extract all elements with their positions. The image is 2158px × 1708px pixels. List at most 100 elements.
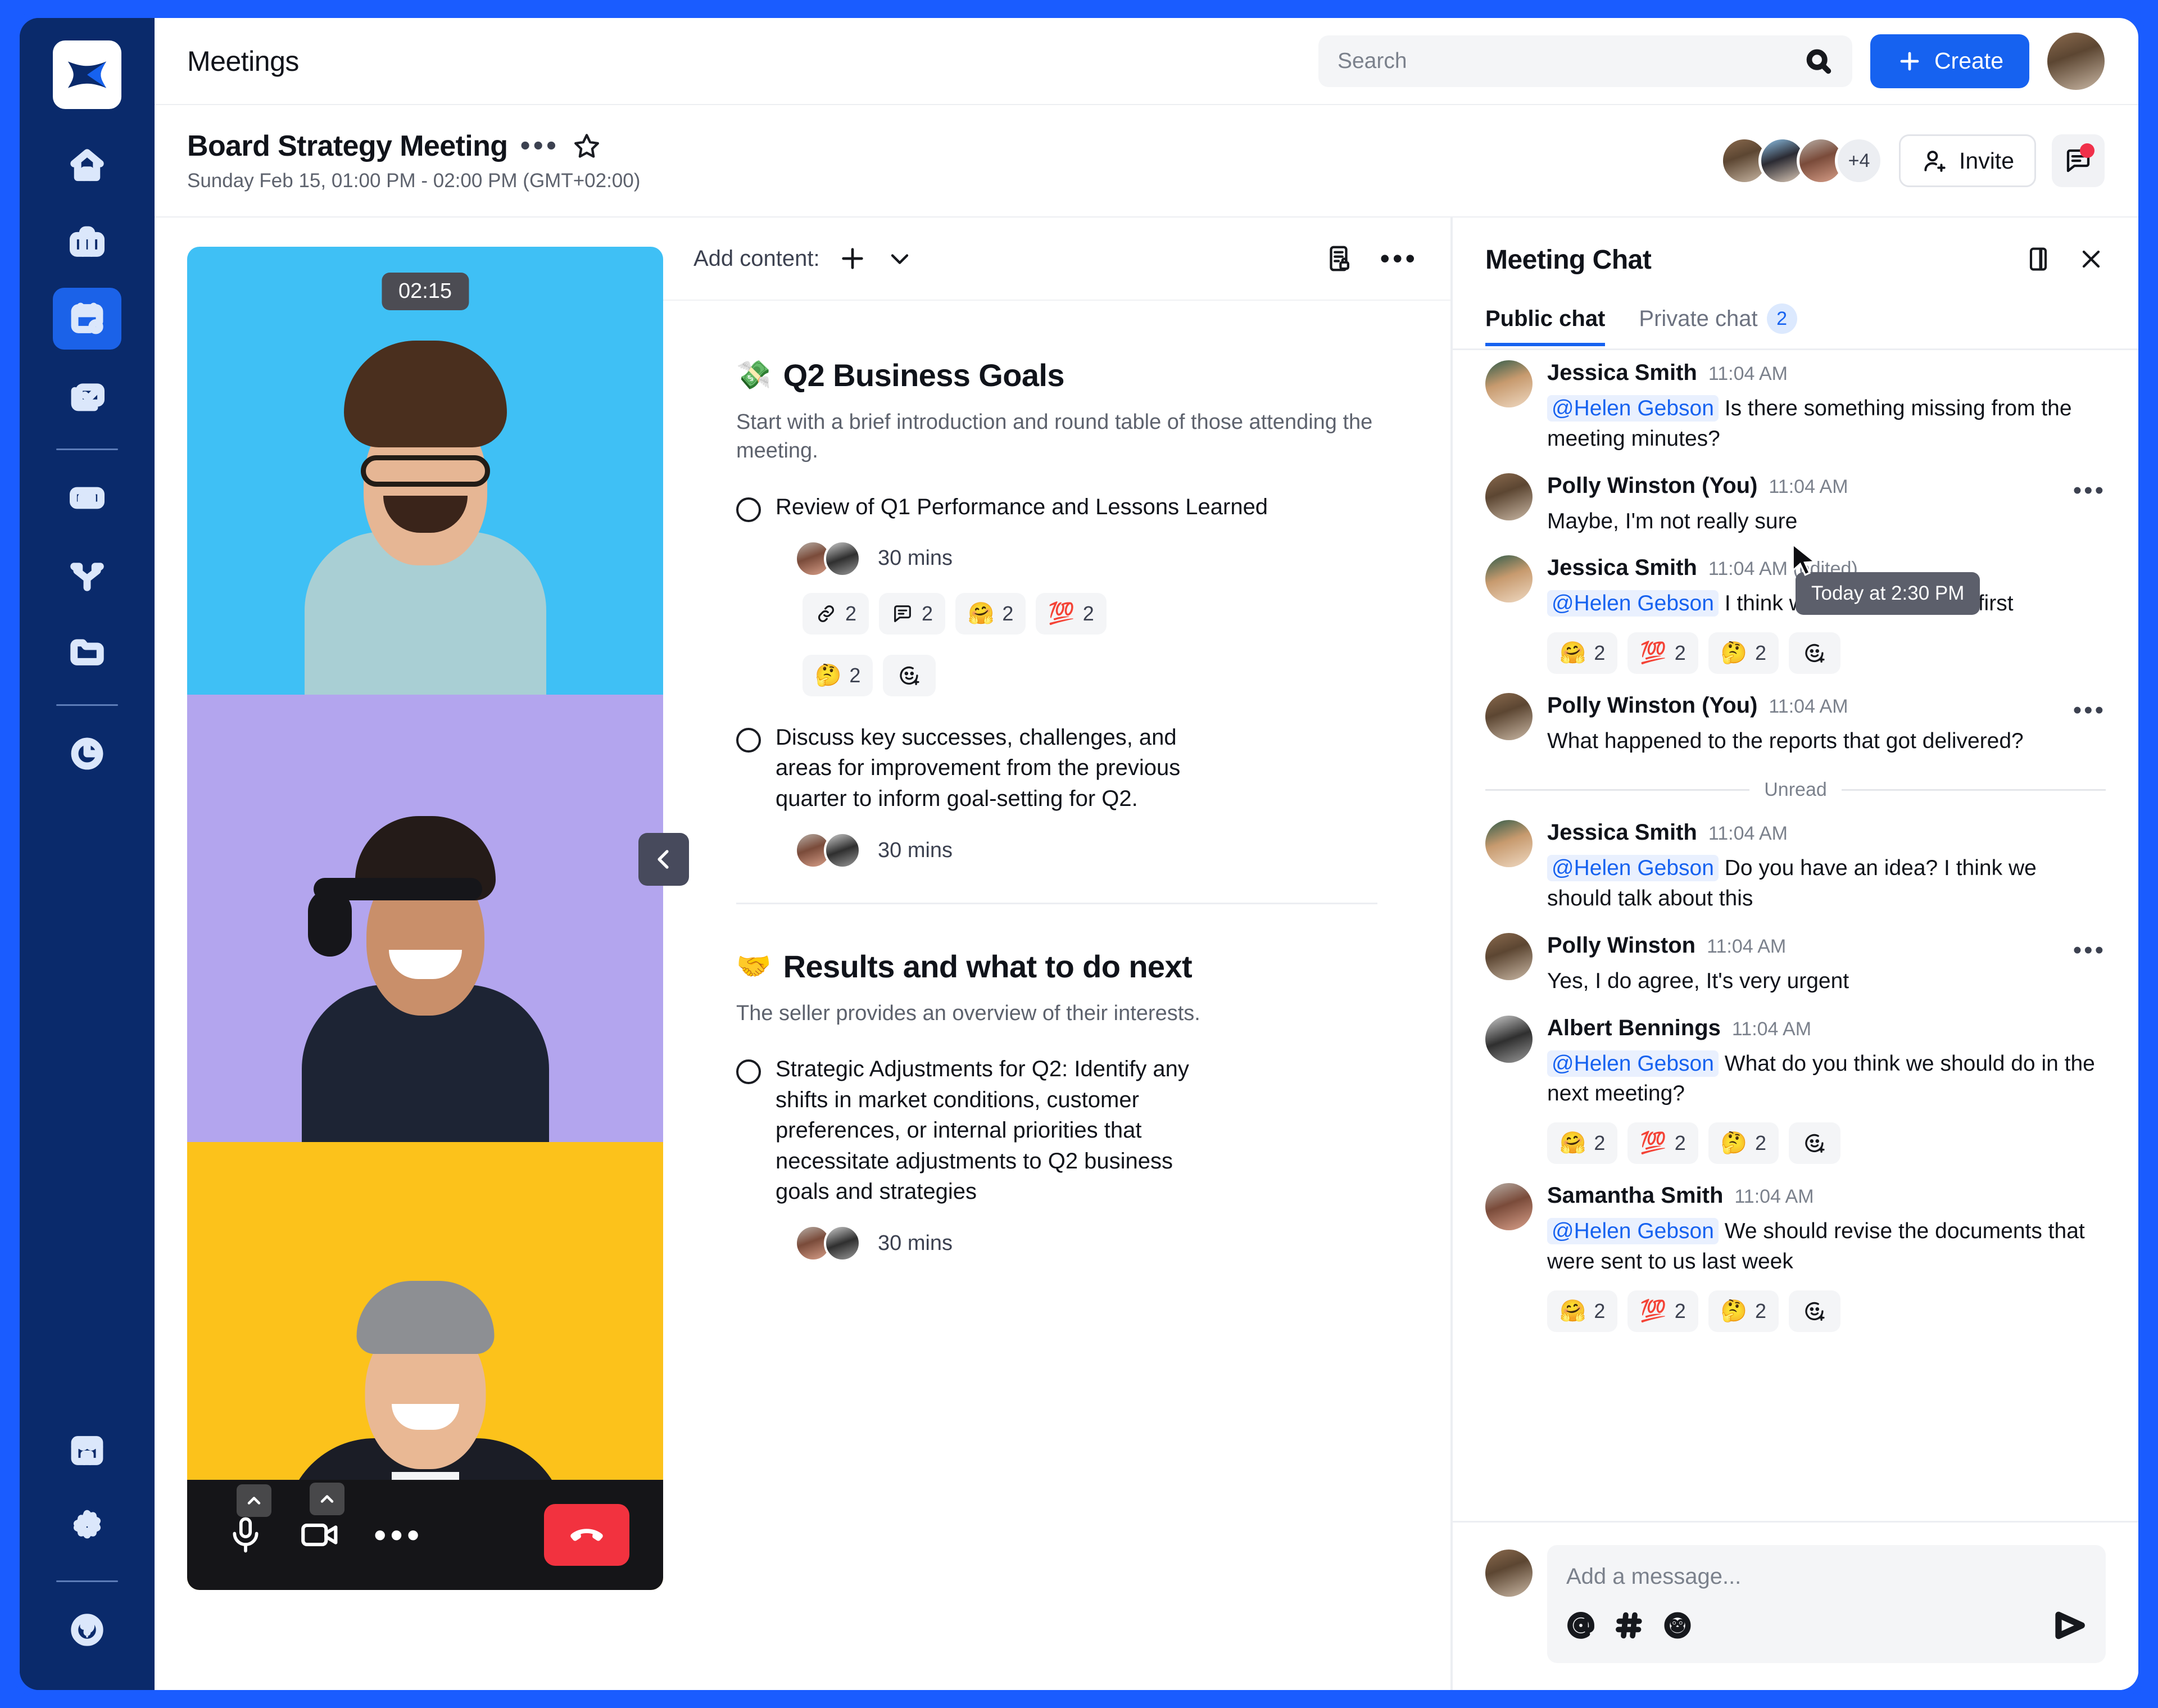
mention-link[interactable]: @Helen Gebson xyxy=(1547,395,1719,422)
avatar[interactable] xyxy=(1485,473,1533,520)
collapse-video-panel-button[interactable] xyxy=(638,833,689,886)
sidebar-item-files[interactable] xyxy=(53,620,121,682)
link-reaction[interactable]: 2 xyxy=(803,593,869,635)
sidebar-item-marketplace[interactable] xyxy=(53,1420,121,1482)
tab-private-chat[interactable]: Private chat 2 xyxy=(1639,303,1797,348)
avatar[interactable] xyxy=(824,1225,861,1262)
more-options-button[interactable]: ••• xyxy=(374,1526,423,1544)
search-input[interactable] xyxy=(1338,49,1804,74)
chevron-down-icon[interactable] xyxy=(885,244,914,273)
hangup-button[interactable] xyxy=(544,1504,629,1566)
agenda-item-radio[interactable] xyxy=(736,728,761,753)
sidebar-item-settings[interactable] xyxy=(53,1496,121,1558)
add-reaction-button[interactable] xyxy=(1789,1122,1840,1164)
avatar[interactable] xyxy=(1485,555,1533,602)
message-input[interactable] xyxy=(1566,1564,2087,1589)
thinking-reaction[interactable]: 🤔 2 xyxy=(1708,1122,1779,1164)
sidebar-item-workflows[interactable] xyxy=(53,543,121,605)
invite-button[interactable]: Invite xyxy=(1899,134,2036,187)
hug-reaction[interactable]: 🤗 2 xyxy=(1547,1122,1617,1164)
sidebar-item-workspace[interactable] xyxy=(53,211,121,273)
search-icon[interactable] xyxy=(1804,47,1833,76)
create-button[interactable]: Create xyxy=(1870,34,2029,88)
mention-link[interactable]: @Helen Gebson xyxy=(1547,855,1719,881)
video-tile[interactable] xyxy=(187,695,663,1143)
hug-reaction[interactable]: 🤗 2 xyxy=(955,593,1026,635)
avatar[interactable] xyxy=(1485,693,1533,740)
sidebar-item-reports[interactable] xyxy=(53,467,121,529)
avatar[interactable] xyxy=(1485,820,1533,867)
hangup-phone-icon xyxy=(566,1514,607,1556)
link-reaction-count: 2 xyxy=(845,602,856,626)
sidebar-item-tasks[interactable] xyxy=(53,364,121,426)
avatar[interactable] xyxy=(824,832,861,869)
hash-icon[interactable] xyxy=(1615,1611,1644,1640)
thinking-reaction[interactable]: 🤔 2 xyxy=(803,655,873,696)
message-more-icon[interactable]: ••• xyxy=(2073,477,2106,505)
add-reaction-button[interactable] xyxy=(883,655,936,696)
split-panel-icon[interactable] xyxy=(2024,244,2053,274)
plus-icon[interactable] xyxy=(837,243,868,274)
agenda-scroll-area[interactable]: 💸 Q2 Business Goals Start with a brief i… xyxy=(663,301,1450,1690)
agenda-item-radio[interactable] xyxy=(736,497,761,522)
sidebar-item-home[interactable] xyxy=(53,135,121,197)
tab-public-chat[interactable]: Public chat xyxy=(1485,306,1605,346)
attendee-avatar-stack[interactable]: +4 xyxy=(1730,137,1883,185)
mention-link[interactable]: @Helen Gebson xyxy=(1547,590,1719,617)
attendee-overflow-count[interactable]: +4 xyxy=(1835,137,1883,185)
video-tile[interactable] xyxy=(187,247,663,695)
thinking-reaction[interactable]: 🤔 2 xyxy=(1708,632,1779,674)
agenda-item-assignees[interactable] xyxy=(803,832,861,869)
thinking-reaction[interactable]: 🤔 2 xyxy=(1708,1290,1779,1332)
hundred-reaction[interactable]: 💯 2 xyxy=(1627,1122,1698,1164)
mention-link[interactable]: @Helen Gebson xyxy=(1547,1218,1719,1244)
avatar[interactable] xyxy=(1485,1016,1533,1063)
camera-options-caret[interactable] xyxy=(310,1483,344,1515)
avatar[interactable] xyxy=(824,540,861,577)
star-icon[interactable] xyxy=(572,131,602,161)
add-reaction-button[interactable] xyxy=(1789,1290,1840,1332)
search-box[interactable] xyxy=(1318,35,1852,87)
comment-reaction[interactable]: 2 xyxy=(879,593,945,635)
camera-button[interactable] xyxy=(297,1512,343,1558)
agenda-item[interactable]: Discuss key successes, challenges, and a… xyxy=(736,722,1377,814)
microphone-button[interactable] xyxy=(224,1514,267,1556)
meeting-notes-button[interactable] xyxy=(2052,134,2105,187)
chat-composer[interactable] xyxy=(1547,1545,2106,1663)
sidebar-item-help[interactable] xyxy=(53,1599,121,1661)
avatar[interactable] xyxy=(1485,1183,1533,1230)
app-logo[interactable] xyxy=(53,40,121,109)
agenda-item[interactable]: Strategic Adjustments for Q2: Identify a… xyxy=(736,1054,1377,1207)
agenda-item[interactable]: Review of Q1 Performance and Lessons Lea… xyxy=(736,492,1377,522)
add-reaction-button[interactable] xyxy=(1789,632,1840,674)
agenda-item-radio[interactable] xyxy=(736,1059,761,1084)
agenda-item-assignees[interactable] xyxy=(803,540,861,577)
message-body: What happened to the reports that got de… xyxy=(1547,726,2106,756)
send-icon[interactable] xyxy=(2053,1609,2087,1642)
avatar[interactable] xyxy=(1485,933,1533,980)
sidebar-item-meetings[interactable] xyxy=(53,288,121,350)
microphone-options-caret[interactable] xyxy=(237,1484,271,1517)
ellipsis-icon[interactable]: ••• xyxy=(520,137,559,155)
emoji-icon[interactable] xyxy=(1663,1611,1692,1640)
message-more-icon[interactable]: ••• xyxy=(2073,936,2106,964)
avatar[interactable] xyxy=(1485,1550,1533,1597)
hundred-reaction[interactable]: 💯 2 xyxy=(1627,632,1698,674)
agenda-item-duration: 30 mins xyxy=(878,546,953,570)
mention-link[interactable]: @Helen Gebson xyxy=(1547,1050,1719,1077)
ellipsis-icon[interactable]: ••• xyxy=(1380,252,1418,266)
hundred-reaction[interactable]: 💯 2 xyxy=(1627,1290,1698,1332)
agenda-item-assignees[interactable] xyxy=(803,1225,861,1262)
hug-reaction[interactable]: 🤗 2 xyxy=(1547,632,1617,674)
message-more-icon[interactable]: ••• xyxy=(2073,696,2106,724)
hundred-reaction[interactable]: 💯 2 xyxy=(1036,593,1106,635)
hug-reaction[interactable]: 🤗 2 xyxy=(1547,1290,1617,1332)
document-lock-icon[interactable] xyxy=(1323,243,1354,274)
chat-message-list[interactable]: Jessica Smith 11:04 AM @Helen Gebson Is … xyxy=(1453,350,2138,1521)
sidebar-item-analytics[interactable] xyxy=(53,723,121,785)
close-icon[interactable] xyxy=(2077,244,2106,274)
at-sign-icon[interactable] xyxy=(1566,1611,1595,1640)
page-title: Meetings xyxy=(187,45,299,78)
avatar[interactable] xyxy=(2047,33,2105,90)
avatar[interactable] xyxy=(1485,360,1533,407)
